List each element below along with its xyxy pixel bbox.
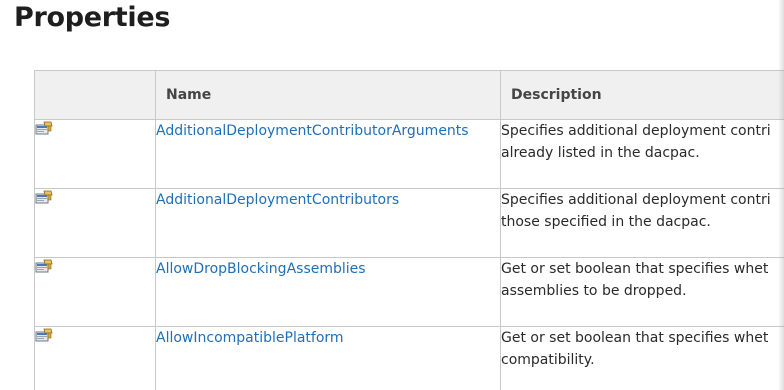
page-title: Properties xyxy=(14,2,171,33)
property-icon xyxy=(35,120,55,136)
table-header-row: Name Description xyxy=(34,70,784,120)
description-line: Get or set boolean that specifies whet xyxy=(501,261,769,277)
row-description-cell: Specifies additional deployment contri t… xyxy=(500,188,784,258)
description-line: compatibility. xyxy=(501,352,595,368)
header-name-column: Name xyxy=(155,70,501,120)
property-icon xyxy=(35,327,55,343)
header-description-column: Description xyxy=(500,70,784,120)
description-line: assemblies to be dropped. xyxy=(501,283,687,299)
property-icon xyxy=(35,189,55,205)
property-link[interactable]: AllowIncompatiblePlatform xyxy=(156,330,344,346)
properties-table: Name Description AdditionalDeploymentCon… xyxy=(34,70,784,390)
header-icon-column xyxy=(34,70,156,120)
row-description-cell: Get or set boolean that specifies whet a… xyxy=(500,257,784,327)
row-icon-cell xyxy=(34,257,156,327)
row-name-cell: AdditionalDeploymentContributorArguments xyxy=(155,119,501,189)
table-row: AdditionalDeploymentContributorArguments… xyxy=(34,119,784,189)
property-link[interactable]: AllowDropBlockingAssemblies xyxy=(156,261,366,277)
description-line: already listed in the dacpac. xyxy=(501,145,700,161)
property-icon xyxy=(35,258,55,274)
description-line: Get or set boolean that specifies whet xyxy=(501,330,769,346)
row-name-cell: AllowDropBlockingAssemblies xyxy=(155,257,501,327)
table-row: AllowIncompatiblePlatform Get or set boo… xyxy=(34,326,784,390)
table-row: AllowDropBlockingAssemblies Get or set b… xyxy=(34,257,784,327)
row-icon-cell xyxy=(34,188,156,258)
row-name-cell: AdditionalDeploymentContributors xyxy=(155,188,501,258)
properties-page: Properties Name Description AdditionalDe… xyxy=(0,0,784,390)
window-edge-shadow xyxy=(778,0,784,390)
row-icon-cell xyxy=(34,326,156,390)
description-line: those specified in the dacpac. xyxy=(501,214,711,230)
properties-table-container: Name Description AdditionalDeploymentCon… xyxy=(34,70,784,390)
row-description-cell: Specifies additional deployment contri a… xyxy=(500,119,784,189)
description-line: Specifies additional deployment contri xyxy=(501,123,771,139)
table-row: AdditionalDeploymentContributors Specifi… xyxy=(34,188,784,258)
description-line: Specifies additional deployment contri xyxy=(501,192,771,208)
row-name-cell: AllowIncompatiblePlatform xyxy=(155,326,501,390)
property-link[interactable]: AdditionalDeploymentContributorArguments xyxy=(156,123,469,139)
row-icon-cell xyxy=(34,119,156,189)
row-description-cell: Get or set boolean that specifies whet c… xyxy=(500,326,784,390)
property-link[interactable]: AdditionalDeploymentContributors xyxy=(156,192,399,208)
